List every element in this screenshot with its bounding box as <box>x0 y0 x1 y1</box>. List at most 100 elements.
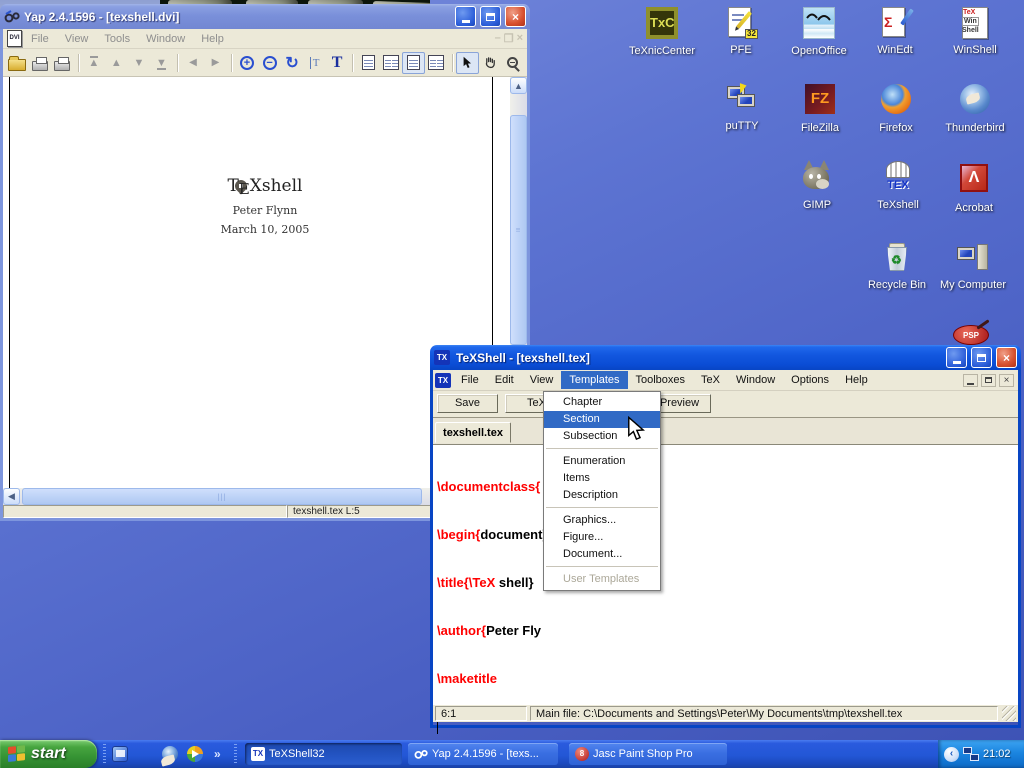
dvi-document-icon: DVI <box>7 30 22 47</box>
yap-titlebar[interactable]: Yap 2.4.1596 - [texshell.dvi] × <box>0 4 530 29</box>
zoom-out-icon[interactable]: − <box>258 52 281 74</box>
yap-menu-help[interactable]: Help <box>194 31 231 47</box>
print-setup-icon[interactable] <box>51 52 74 74</box>
texshell-document-icon: TX <box>435 373 451 388</box>
taskbar-task-yap[interactable]: Yap 2.4.1596 - [texs... <box>408 743 558 765</box>
scroll-left-icon[interactable]: ◀ <box>3 488 20 505</box>
page-single-icon[interactable] <box>357 52 380 74</box>
yap-menu-view[interactable]: View <box>58 31 96 47</box>
menu-view[interactable]: View <box>522 371 562 389</box>
hand-tool-icon[interactable] <box>479 52 502 74</box>
menu-window[interactable]: Window <box>728 371 783 389</box>
text-large-icon[interactable]: T <box>326 52 349 74</box>
mdi-restore-button[interactable] <box>981 374 996 387</box>
editor-area[interactable]: \documentclass{ \begin{document} \title{… <box>433 445 1018 705</box>
desktop-icon-gimp[interactable]: GIMP <box>772 161 862 213</box>
mdi-minimize-button[interactable] <box>963 374 978 387</box>
desktop-icon-putty[interactable]: puTTY <box>697 82 787 134</box>
hide-icons-chevron-icon[interactable]: ‹ <box>944 747 959 762</box>
menu-tex[interactable]: TeX <box>693 371 728 389</box>
show-desktop-icon[interactable] <box>112 746 128 762</box>
scroll-up-icon[interactable]: ▲ <box>510 77 527 94</box>
menu-item-enumeration[interactable]: Enumeration <box>544 453 660 470</box>
menu-separator <box>546 566 658 567</box>
menu-help[interactable]: Help <box>837 371 876 389</box>
yap-icon <box>4 10 20 24</box>
menu-edit[interactable]: Edit <box>487 371 522 389</box>
zoom-in-icon[interactable]: + <box>236 52 259 74</box>
yap-menu-window[interactable]: Window <box>139 31 192 47</box>
firefox-icon <box>881 84 911 114</box>
media-player-icon[interactable] <box>187 746 203 762</box>
menu-item-figure[interactable]: Figure... <box>544 529 660 546</box>
menu-item-items[interactable]: Items <box>544 470 660 487</box>
menu-item-chapter[interactable]: Chapter <box>544 394 660 411</box>
previous-page-icon[interactable]: ▲ <box>105 52 128 74</box>
page-continuous-icon[interactable] <box>402 52 425 74</box>
last-page-icon[interactable]: ▼ <box>150 52 173 74</box>
menu-separator <box>546 448 658 449</box>
mouse-cursor <box>627 416 645 442</box>
texshell-task-icon: TX <box>251 747 265 761</box>
yap-hscroll-thumb[interactable]: ||| <box>22 488 422 505</box>
menu-file[interactable]: File <box>453 371 487 389</box>
desktop-icon-winedt[interactable]: Σ WinEdt <box>850 6 940 58</box>
save-button[interactable]: Save <box>437 394 498 413</box>
refresh-icon[interactable]: ↻ <box>281 52 304 74</box>
yap-close-button[interactable]: × <box>505 6 526 27</box>
taskbar: start » TX TeXShell32 Yap 2.4.1596 - [te… <box>0 740 1024 768</box>
menu-item-document[interactable]: Document... <box>544 546 660 563</box>
back-icon[interactable]: ◀ <box>182 52 205 74</box>
desktop-icon-acrobat[interactable]: Λ Acrobat <box>929 161 1019 216</box>
desktop-icon-firefox[interactable]: Firefox <box>851 82 941 136</box>
desktop-icon-texniccenter[interactable]: TxC TeXnicCenter <box>617 6 707 59</box>
yap-minimize-button[interactable] <box>455 6 476 27</box>
texshell-titlebar[interactable]: TX TeXShell - [texshell.tex] × <box>430 345 1021 370</box>
menu-options[interactable]: Options <box>783 371 837 389</box>
texshell-tabbar: texshell.tex <box>433 418 1018 445</box>
texshell-window-title: TeXShell - [texshell.tex] <box>456 351 942 365</box>
texshell-statusbar: 6:1 Main file: C:\Documents and Settings… <box>433 705 1018 722</box>
menu-item-description[interactable]: Description <box>544 487 660 504</box>
taskbar-task-paintshoppro[interactable]: 8 Jasc Paint Shop Pro <box>569 743 727 765</box>
tab-texshell-tex[interactable]: texshell.tex <box>435 422 511 443</box>
mdi-window-buttons: × <box>963 374 1016 387</box>
menu-templates[interactable]: Templates <box>561 371 627 389</box>
text-small-icon[interactable]: T <box>303 52 326 74</box>
pfe-icon: 32 <box>724 6 758 40</box>
select-arrow-icon[interactable] <box>456 52 479 74</box>
texshell-close-button[interactable]: × <box>996 347 1017 368</box>
taskbar-task-texshell32[interactable]: TX TeXShell32 <box>245 743 402 765</box>
quicklaunch-firefox-icon[interactable] <box>137 746 153 762</box>
yap-menu-tools[interactable]: Tools <box>97 31 137 47</box>
texshell-menubar: TX File Edit View Templates Toolboxes Te… <box>433 370 1018 391</box>
next-page-icon[interactable]: ▼ <box>128 52 151 74</box>
mdi-close-button[interactable]: × <box>999 374 1014 387</box>
start-button[interactable]: start <box>0 740 97 768</box>
network-status-icon[interactable] <box>963 747 979 761</box>
magnifier-icon[interactable] <box>502 52 525 74</box>
quicklaunch-overflow-chevron[interactable]: » <box>214 747 221 761</box>
desktop-icon-paintshoppro[interactable]: PSP <box>953 325 989 345</box>
open-folder-icon[interactable] <box>6 52 29 74</box>
texshell-minimize-button[interactable] <box>946 347 967 368</box>
menu-toolboxes[interactable]: Toolboxes <box>628 371 694 389</box>
desktop-icon-thunderbird[interactable]: Thunderbird <box>930 82 1020 136</box>
yap-maximize-button[interactable] <box>480 6 501 27</box>
yap-menu-file[interactable]: File <box>24 31 56 47</box>
menu-item-graphics[interactable]: Graphics... <box>544 512 660 529</box>
texshell-maximize-button[interactable] <box>971 347 992 368</box>
quicklaunch-thunderbird-icon[interactable] <box>162 746 178 762</box>
desktop-icon-my-computer[interactable]: My Computer <box>928 241 1018 293</box>
desktop-icon-winshell[interactable]: TeXWinShell WinShell <box>930 6 1020 58</box>
page-facing-icon[interactable] <box>380 52 403 74</box>
resize-grip[interactable] <box>1002 706 1016 721</box>
page-continuous-facing-icon[interactable] <box>425 52 448 74</box>
text-caret <box>437 720 438 734</box>
first-page-icon[interactable]: ▲ <box>83 52 106 74</box>
desktop-icon-pfe[interactable]: 32 PFE <box>696 6 786 58</box>
print-icon[interactable] <box>29 52 52 74</box>
yap-vscroll-thumb[interactable]: ≡ <box>510 115 527 345</box>
system-tray: ‹ 21:02 <box>938 740 1024 768</box>
forward-icon[interactable]: ▶ <box>204 52 227 74</box>
